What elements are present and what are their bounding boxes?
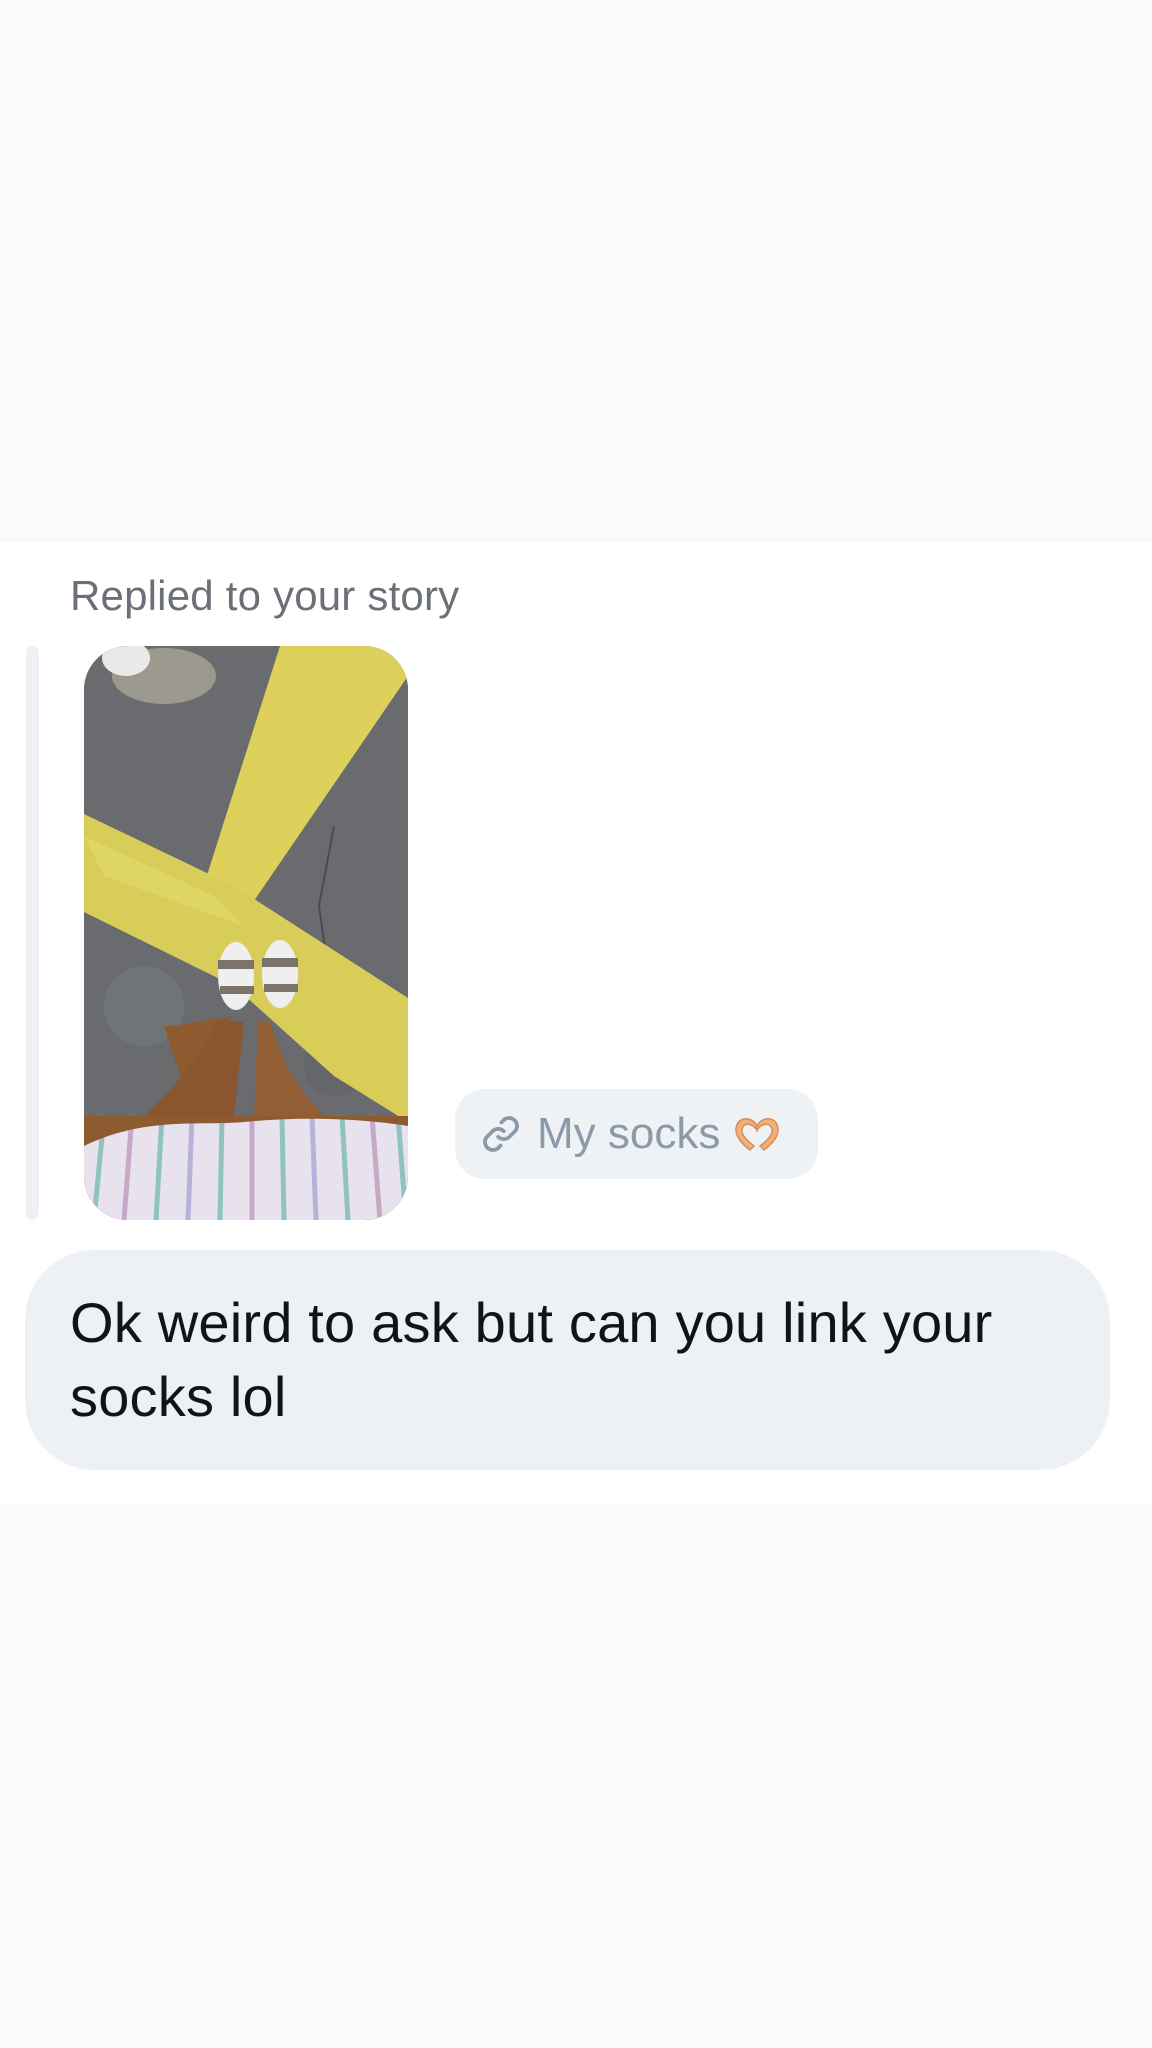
quote-indicator-bar [26, 646, 39, 1220]
story-reply-label: Replied to your story [70, 572, 460, 619]
empty-area-top [0, 0, 1152, 542]
message-group: Replied to your story My socks Ok weird … [0, 542, 1152, 1504]
link-sticker-label: My socks [537, 1109, 721, 1158]
story-thumbnail[interactable] [84, 646, 408, 1220]
link-icon [483, 1116, 519, 1152]
message-bubble[interactable]: Ok weird to ask but can you link your so… [25, 1250, 1110, 1470]
story-link-sticker[interactable]: My socks [455, 1089, 818, 1179]
heart-hands-emoji [735, 1118, 780, 1151]
empty-area-bottom [0, 1504, 1152, 2048]
